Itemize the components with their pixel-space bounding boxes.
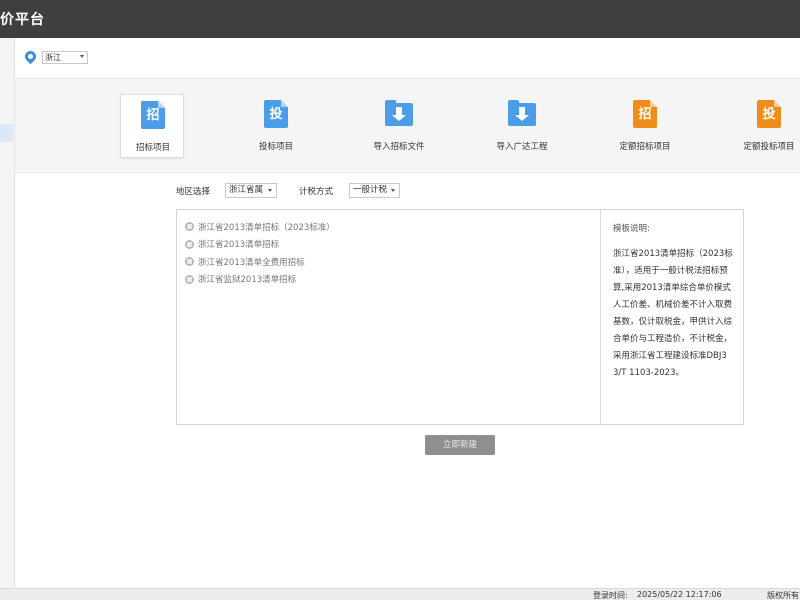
template-file-icon: [185, 239, 194, 249]
province-select[interactable]: 浙江: [42, 51, 88, 64]
description-title: 模板说明:: [613, 224, 650, 234]
tax-method-label: 计税方式: [299, 187, 334, 197]
app-title: 价平台: [0, 12, 45, 28]
quota-bid-document-icon: 招: [633, 100, 657, 128]
tile-import-guangda[interactable]: 导入广达工程: [490, 94, 554, 158]
login-time-label: 登录时间:: [593, 591, 628, 600]
template-file-icon: [185, 222, 194, 232]
list-item[interactable]: 浙江省2013清单全费用招标: [185, 253, 585, 271]
quota-tender-document-icon: 投: [757, 100, 781, 128]
region-filter-select[interactable]: 浙江省属: [225, 183, 277, 198]
tile-label: 定额投标项目: [743, 142, 795, 152]
tile-import-bid-file[interactable]: 导入招标文件: [367, 94, 431, 158]
panel-divider: [600, 210, 601, 424]
title-bar: 价平台: [0, 0, 800, 38]
list-item[interactable]: 浙江省2013清单招标: [185, 236, 585, 254]
region-filter-value: 浙江省属: [229, 185, 264, 195]
tile-label: 导入广达工程: [496, 142, 548, 152]
tile-quota-bid-project[interactable]: 招 定额招标项目: [613, 94, 677, 158]
tender-document-icon: 投: [264, 100, 288, 128]
bid-document-icon: 招: [141, 101, 165, 129]
tile-label: 定额招标项目: [619, 142, 671, 152]
filter-row: 地区选择 浙江省属 计税方式 一般计税: [176, 183, 576, 199]
tile-label: 投标项目: [258, 142, 293, 152]
template-description: 模板说明: 浙江省2013清单招标（2023标准），适用于一般计税法招标预算,采…: [613, 222, 735, 382]
tax-method-select[interactable]: 一般计税: [349, 183, 400, 198]
folder-import-icon: [508, 100, 536, 126]
login-time-value: 2025/05/22 12:17:06: [637, 590, 722, 599]
tile-label: 导入招标文件: [373, 142, 425, 152]
location-pin-icon: [22, 48, 39, 65]
region-filter-label: 地区选择: [176, 187, 211, 197]
description-text: 浙江省2013清单招标（2023标准），适用于一般计税法招标预算,采用2013清…: [613, 249, 733, 378]
sidebar-active-marker[interactable]: [0, 124, 13, 142]
left-sidebar: [0, 38, 15, 588]
status-bar: 登录时间: 2025/05/22 12:17:06 版权所有: [0, 588, 800, 600]
tile-label: 招标项目: [135, 143, 170, 153]
province-select-value: 浙江: [45, 53, 61, 62]
tile-bid-project[interactable]: 招 招标项目: [120, 94, 184, 158]
project-type-panel: 招 招标项目 投 投标项目 导入招标文件 导入广达工程 招 定额招标项目 投 定…: [15, 78, 800, 173]
create-now-button[interactable]: 立即新建: [425, 435, 495, 455]
template-list: 浙江省2013清单招标（2023标准） 浙江省2013清单招标 浙江省2013清…: [185, 218, 585, 288]
chevron-down-icon: [268, 189, 272, 192]
folder-import-icon: [385, 100, 413, 126]
tile-quota-tender-project[interactable]: 投 定额投标项目: [737, 94, 800, 158]
template-file-icon: [185, 257, 194, 267]
list-item[interactable]: 浙江省2013清单招标（2023标准）: [185, 218, 585, 236]
list-item[interactable]: 浙江省监狱2013清单招标: [185, 271, 585, 289]
template-file-icon: [185, 274, 194, 284]
tax-method-value: 一般计税: [353, 185, 388, 195]
tile-tender-project[interactable]: 投 投标项目: [244, 94, 308, 158]
region-bar: 浙江: [15, 38, 800, 78]
template-panel: 浙江省2013清单招标（2023标准） 浙江省2013清单招标 浙江省2013清…: [176, 209, 744, 425]
chevron-down-icon: [80, 55, 84, 58]
copyright-text: 版权所有: [767, 591, 799, 600]
chevron-down-icon: [391, 189, 395, 192]
